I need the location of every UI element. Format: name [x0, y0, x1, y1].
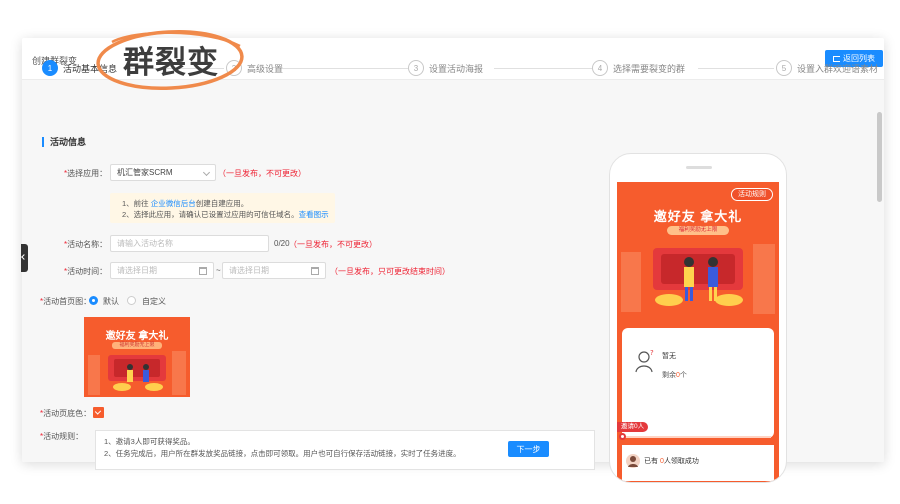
preview-hero-subtitle: 福利奖励无上限 [667, 226, 729, 235]
step-label: 选择需要裂变的群 [613, 63, 686, 74]
preview-invite-tag: 邀请0人 [617, 422, 649, 432]
homepage-image-label: *活动首页图： [40, 297, 92, 306]
step-label: 设置入群欢迎语素材 [797, 63, 879, 74]
person-question-icon: ? [635, 349, 654, 373]
end-date-placeholder: 请选择日期 [229, 266, 269, 275]
preview-cta-button[interactable] [647, 482, 747, 483]
activity-time-label: *活动时间： [64, 267, 108, 276]
section-title: 活动信息 [42, 137, 86, 147]
avatar [626, 454, 640, 468]
preview-screen: 活动规则 邀好友 拿大礼 福利奖励无上限 ? 暂无 剩余0个 邀请0人 0/1 … [617, 182, 779, 483]
time-hint: （一旦发布，只可更改结束时间） [330, 267, 450, 276]
calendar-icon [311, 267, 319, 275]
step-connector [280, 68, 408, 69]
hero-illustration [621, 244, 775, 314]
chevron-down-icon [202, 168, 211, 177]
activity-name-input[interactable]: 请输入活动名称 [110, 235, 269, 252]
stamp-annotation: 群裂变 [94, 26, 248, 92]
phone-speaker [686, 166, 712, 169]
step-label: 设置活动海报 [429, 63, 484, 74]
app-select-label: *选择应用： [64, 169, 108, 178]
view-diagram-link[interactable]: 查看图示 [299, 210, 329, 219]
preview-rules-button[interactable]: 活动规则 [731, 188, 773, 201]
collapse-sidebar-handle[interactable] [21, 244, 28, 272]
page-color-picker[interactable] [93, 407, 104, 418]
start-date-input[interactable]: 请选择日期 [110, 262, 214, 279]
page-color-label: *活动页底色： [40, 409, 92, 418]
app-notice: 1、前往 企业微信后台创建自建应用。 2、选择此应用，请确认已设置过应用的可信任… [110, 193, 335, 223]
end-date-input[interactable]: 请选择日期 [222, 262, 326, 279]
app-select-value: 机汇管家SCRM [117, 168, 173, 177]
date-separator: ~ [216, 266, 221, 275]
step-4[interactable]: 4 选择需要裂变的群 [592, 60, 685, 76]
stamp-text: 群裂变 [123, 44, 219, 81]
svg-text:?: ? [650, 349, 654, 357]
app-hint: （一旦发布，不可更改） [218, 169, 306, 178]
activity-name-label: *活动名称： [64, 240, 108, 249]
thumb-illustration [88, 351, 186, 395]
preview-empty-label: 暂无 [662, 353, 676, 360]
radio-custom-label: 自定义 [142, 297, 166, 306]
start-date-placeholder: 请选择日期 [117, 266, 157, 275]
rules-label: *活动规则： [40, 432, 84, 441]
app-select[interactable]: 机汇管家SCRM [110, 164, 216, 181]
step-5[interactable]: 5 设置入群欢迎语素材 [776, 60, 878, 76]
preview-progress-dot [619, 433, 626, 440]
radio-custom[interactable] [127, 296, 136, 305]
preview-remaining: 剩余0个 [662, 372, 687, 379]
step-connector [494, 68, 592, 69]
step-label: 高级设置 [247, 63, 284, 74]
phone-preview: 活动规则 邀好友 拿大礼 福利奖励无上限 ? 暂无 剩余0个 邀请0人 0/1 … [609, 153, 787, 483]
calendar-icon [199, 267, 207, 275]
preview-received-text: 已有 0人领取成功 [644, 458, 699, 465]
step-3[interactable]: 3 设置活动海报 [408, 60, 483, 76]
preview-received-row: 已有 0人领取成功 [622, 445, 774, 481]
notice-line-2: 2、选择此应用，请确认已设置过应用的可信任域名。查看图示 [122, 210, 329, 219]
step-number: 3 [408, 60, 424, 76]
step-connector [698, 68, 774, 69]
radio-default-label: 默认 [103, 297, 119, 306]
step-number: 5 [776, 60, 792, 76]
preview-progress-track [621, 436, 771, 438]
next-step-button[interactable]: 下一步 [508, 441, 549, 457]
step-number: 1 [42, 60, 58, 76]
preview-hero-title: 邀好友 拿大礼 [653, 209, 743, 224]
step-number: 4 [592, 60, 608, 76]
notice-line-1: 1、前往 企业微信后台创建自建应用。 [122, 199, 249, 208]
homepage-image-thumbnail[interactable]: 邀好友 拿大礼 福利奖励无上限 [84, 317, 190, 397]
wecom-admin-link[interactable]: 企业微信后台 [151, 199, 196, 208]
name-hint: （一旦发布，不可更改） [289, 240, 377, 249]
name-counter: 0/20 [274, 239, 290, 248]
radio-default[interactable] [89, 296, 98, 305]
scrollbar[interactable] [877, 112, 882, 202]
